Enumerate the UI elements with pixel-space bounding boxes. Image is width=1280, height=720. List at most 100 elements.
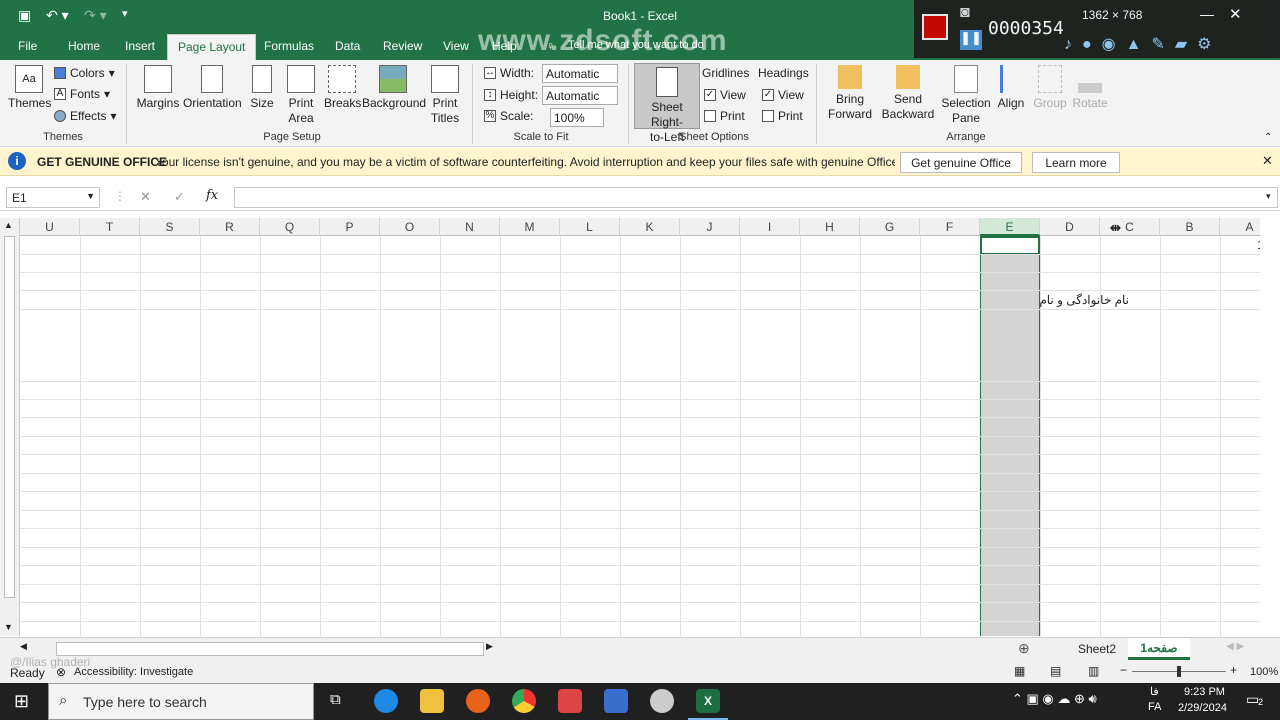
- headings-print-checkbox[interactable]: Print: [762, 109, 803, 123]
- column-header-t[interactable]: T: [80, 218, 140, 236]
- selection-pane-button[interactable]: Selection Pane: [940, 65, 992, 126]
- column-header-s[interactable]: S: [140, 218, 200, 236]
- tab-home[interactable]: Home: [68, 39, 100, 53]
- cancel-icon[interactable]: ✕: [140, 189, 151, 205]
- tab-insert[interactable]: Insert: [125, 39, 155, 53]
- pause-icon[interactable]: ❚❚: [960, 30, 982, 50]
- windows-start-icon[interactable]: ⊞: [14, 691, 29, 712]
- anydesk-icon[interactable]: [558, 689, 582, 713]
- scroll-up-icon[interactable]: ▲: [4, 220, 13, 230]
- scroll-down-icon[interactable]: ▼: [4, 622, 13, 632]
- expand-formula-bar-icon[interactable]: ▾: [1266, 191, 1271, 202]
- active-cell-e1[interactable]: [980, 236, 1040, 255]
- accessibility-status[interactable]: Accessibility: Investigate: [74, 666, 193, 678]
- column-header-m[interactable]: M: [500, 218, 560, 236]
- fonts-button[interactable]: A Fonts ▾: [54, 87, 110, 101]
- firefox-icon[interactable]: [466, 689, 490, 713]
- enter-icon[interactable]: ✓: [174, 189, 185, 205]
- close-icon[interactable]: ✕: [1229, 5, 1242, 23]
- margins-button[interactable]: Margins: [136, 65, 180, 111]
- tab-data[interactable]: Data: [335, 39, 360, 53]
- system-tray-icons[interactable]: ⌃ ▣ ◉ ☁ ⊕ 🔊︎: [1012, 691, 1097, 707]
- minimize-icon[interactable]: —: [1200, 6, 1214, 22]
- scroll-thumb[interactable]: [4, 236, 15, 598]
- column-header-q[interactable]: Q: [260, 218, 320, 236]
- breaks-button[interactable]: Breaks: [324, 65, 361, 111]
- scale-spinner[interactable]: 100%: [550, 108, 604, 127]
- column-header-k[interactable]: K: [620, 218, 680, 236]
- tab-file[interactable]: File: [18, 39, 37, 53]
- column-header-a[interactable]: A: [1220, 218, 1260, 236]
- save-icon[interactable]: ▣: [18, 7, 31, 24]
- print-titles-button[interactable]: Print Titles: [428, 65, 462, 126]
- gridlines-print-checkbox[interactable]: Print: [704, 109, 745, 123]
- colors-button[interactable]: Colors ▾: [54, 66, 115, 80]
- sheet-right-to-left-button[interactable]: Sheet Right-to-Left: [634, 63, 700, 144]
- get-genuine-office-button[interactable]: Get genuine Office: [900, 152, 1022, 173]
- column-header-r[interactable]: R: [200, 218, 260, 236]
- size-button[interactable]: Size: [248, 65, 276, 111]
- undo-icon[interactable]: ↶ ▾: [46, 7, 69, 24]
- normal-view-icon[interactable]: ▦: [1014, 664, 1025, 678]
- column-header-i[interactable]: I: [740, 218, 800, 236]
- sheet-tab-active[interactable]: صفحه1: [1128, 638, 1190, 660]
- vertical-scrollbar[interactable]: ▲ ▼: [0, 218, 20, 636]
- print-area-button[interactable]: Print Area: [283, 65, 319, 126]
- sheet-nav-icon[interactable]: ◀ ▶: [1226, 641, 1244, 652]
- height-dropdown[interactable]: Automatic: [542, 86, 618, 105]
- bring-forward-button[interactable]: Bring Forward: [824, 65, 876, 122]
- rotate-button[interactable]: Rotate: [1072, 65, 1108, 111]
- calculator-icon[interactable]: [604, 689, 628, 713]
- background-button[interactable]: Background: [362, 65, 426, 111]
- tab-formulas[interactable]: Formulas: [264, 39, 314, 53]
- recorder-tools-icon[interactable]: ♪●◉▲✎▰⚙: [1064, 34, 1222, 54]
- close-icon[interactable]: ✕: [1262, 153, 1273, 169]
- customize-qat-icon[interactable]: ▾: [122, 7, 128, 20]
- column-header-p[interactable]: P: [320, 218, 380, 236]
- send-backward-button[interactable]: Send Backward: [878, 65, 938, 122]
- align-button[interactable]: Align: [994, 65, 1028, 111]
- scroll-right-icon[interactable]: ▶: [486, 641, 493, 652]
- file-explorer-icon[interactable]: [420, 689, 444, 713]
- group-objects-button[interactable]: Group: [1032, 65, 1068, 111]
- gridlines-view-checkbox[interactable]: ✓ View: [704, 88, 746, 102]
- column-header-d[interactable]: D: [1040, 218, 1100, 236]
- column-header-j[interactable]: J: [680, 218, 740, 236]
- language-code[interactable]: FA: [1148, 701, 1161, 713]
- themes-button[interactable]: Aa Themes: [8, 65, 51, 111]
- language-fa[interactable]: فا: [1150, 685, 1159, 698]
- zoom-level[interactable]: 100%: [1250, 666, 1278, 678]
- orientation-button[interactable]: Orientation: [183, 65, 242, 111]
- headings-view-checkbox[interactable]: ✓ View: [762, 88, 804, 102]
- clock-time[interactable]: 9:23 PM: [1184, 686, 1225, 698]
- column-header-g[interactable]: G: [860, 218, 920, 236]
- app-icon[interactable]: [650, 689, 674, 713]
- collapse-ribbon-icon[interactable]: ⌃: [1264, 132, 1272, 143]
- scroll-left-icon[interactable]: ◀: [20, 641, 27, 652]
- effects-button[interactable]: Effects ▾: [54, 109, 117, 123]
- tab-review[interactable]: Review: [383, 39, 422, 53]
- horizontal-scroll-thumb[interactable]: [56, 642, 484, 656]
- column-header-e[interactable]: E: [980, 218, 1040, 236]
- column-header-c[interactable]: C: [1100, 218, 1160, 236]
- column-header-f[interactable]: F: [920, 218, 980, 236]
- column-header-o[interactable]: O: [380, 218, 440, 236]
- edge-icon[interactable]: [374, 689, 398, 713]
- zoom-out-icon[interactable]: −: [1120, 663, 1127, 677]
- column-header-b[interactable]: B: [1160, 218, 1220, 236]
- column-header-u[interactable]: U: [20, 218, 80, 236]
- formula-input[interactable]: [234, 187, 1278, 208]
- column-header-n[interactable]: N: [440, 218, 500, 236]
- sheet-tab-sheet2[interactable]: Sheet2: [1078, 642, 1116, 656]
- column-header-l[interactable]: L: [560, 218, 620, 236]
- width-dropdown[interactable]: Automatic: [542, 64, 618, 83]
- chrome-icon[interactable]: [512, 689, 536, 713]
- record-stop-icon[interactable]: [922, 14, 948, 40]
- taskbar-search-box[interactable]: ⌕ Type here to search: [48, 683, 314, 720]
- zoom-slider-thumb[interactable]: [1177, 666, 1181, 677]
- clock-date[interactable]: 2/29/2024: [1178, 702, 1227, 714]
- cell-d4[interactable]: نام خانوادگی و نام: [1036, 291, 1132, 309]
- spreadsheet-grid[interactable]: UTSRQPONMLKJIHGFEDCBA1234567891011121314…: [20, 218, 1260, 636]
- tab-view[interactable]: View: [443, 39, 469, 53]
- cell-a1[interactable]: 123: [1220, 236, 1260, 254]
